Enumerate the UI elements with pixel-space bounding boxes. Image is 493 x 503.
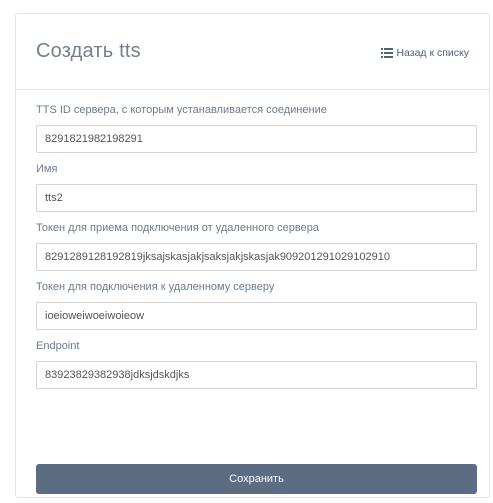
endpoint-label: Endpoint [36,340,80,352]
save-button[interactable]: Сохранить [36,464,477,494]
back-to-list-link[interactable]: Назад к списку [381,47,469,59]
back-link-label: Назад к списку [396,47,469,59]
create-tts-panel: Создать tts Назад к списку TTS ID сервер… [15,13,490,498]
tts-id-label: TTS ID сервера, с которым устанавливаетс… [36,104,327,116]
tts-id-input[interactable] [36,125,477,153]
field-outgoing-token: Токен для подключения к удаленному серве… [36,279,477,330]
tts-form: TTS ID сервера, с которым устанавливаетс… [36,102,477,397]
field-incoming-token: Токен для приема подключения от удаленно… [36,220,477,271]
page-title: Создать tts [36,40,141,62]
incoming-token-label: Токен для приема подключения от удаленно… [36,222,319,234]
list-icon [381,48,394,58]
outgoing-token-input[interactable] [36,302,477,330]
field-name: Имя [36,161,477,212]
name-label: Имя [36,163,58,175]
endpoint-input[interactable] [36,361,477,389]
field-endpoint: Endpoint [36,338,477,389]
name-input[interactable] [36,184,477,212]
incoming-token-input[interactable] [36,243,477,271]
field-tts-id: TTS ID сервера, с которым устанавливаетс… [36,102,477,153]
outgoing-token-label: Токен для подключения к удаленному серве… [36,281,275,293]
panel-header: Создать tts Назад к списку [16,14,489,90]
